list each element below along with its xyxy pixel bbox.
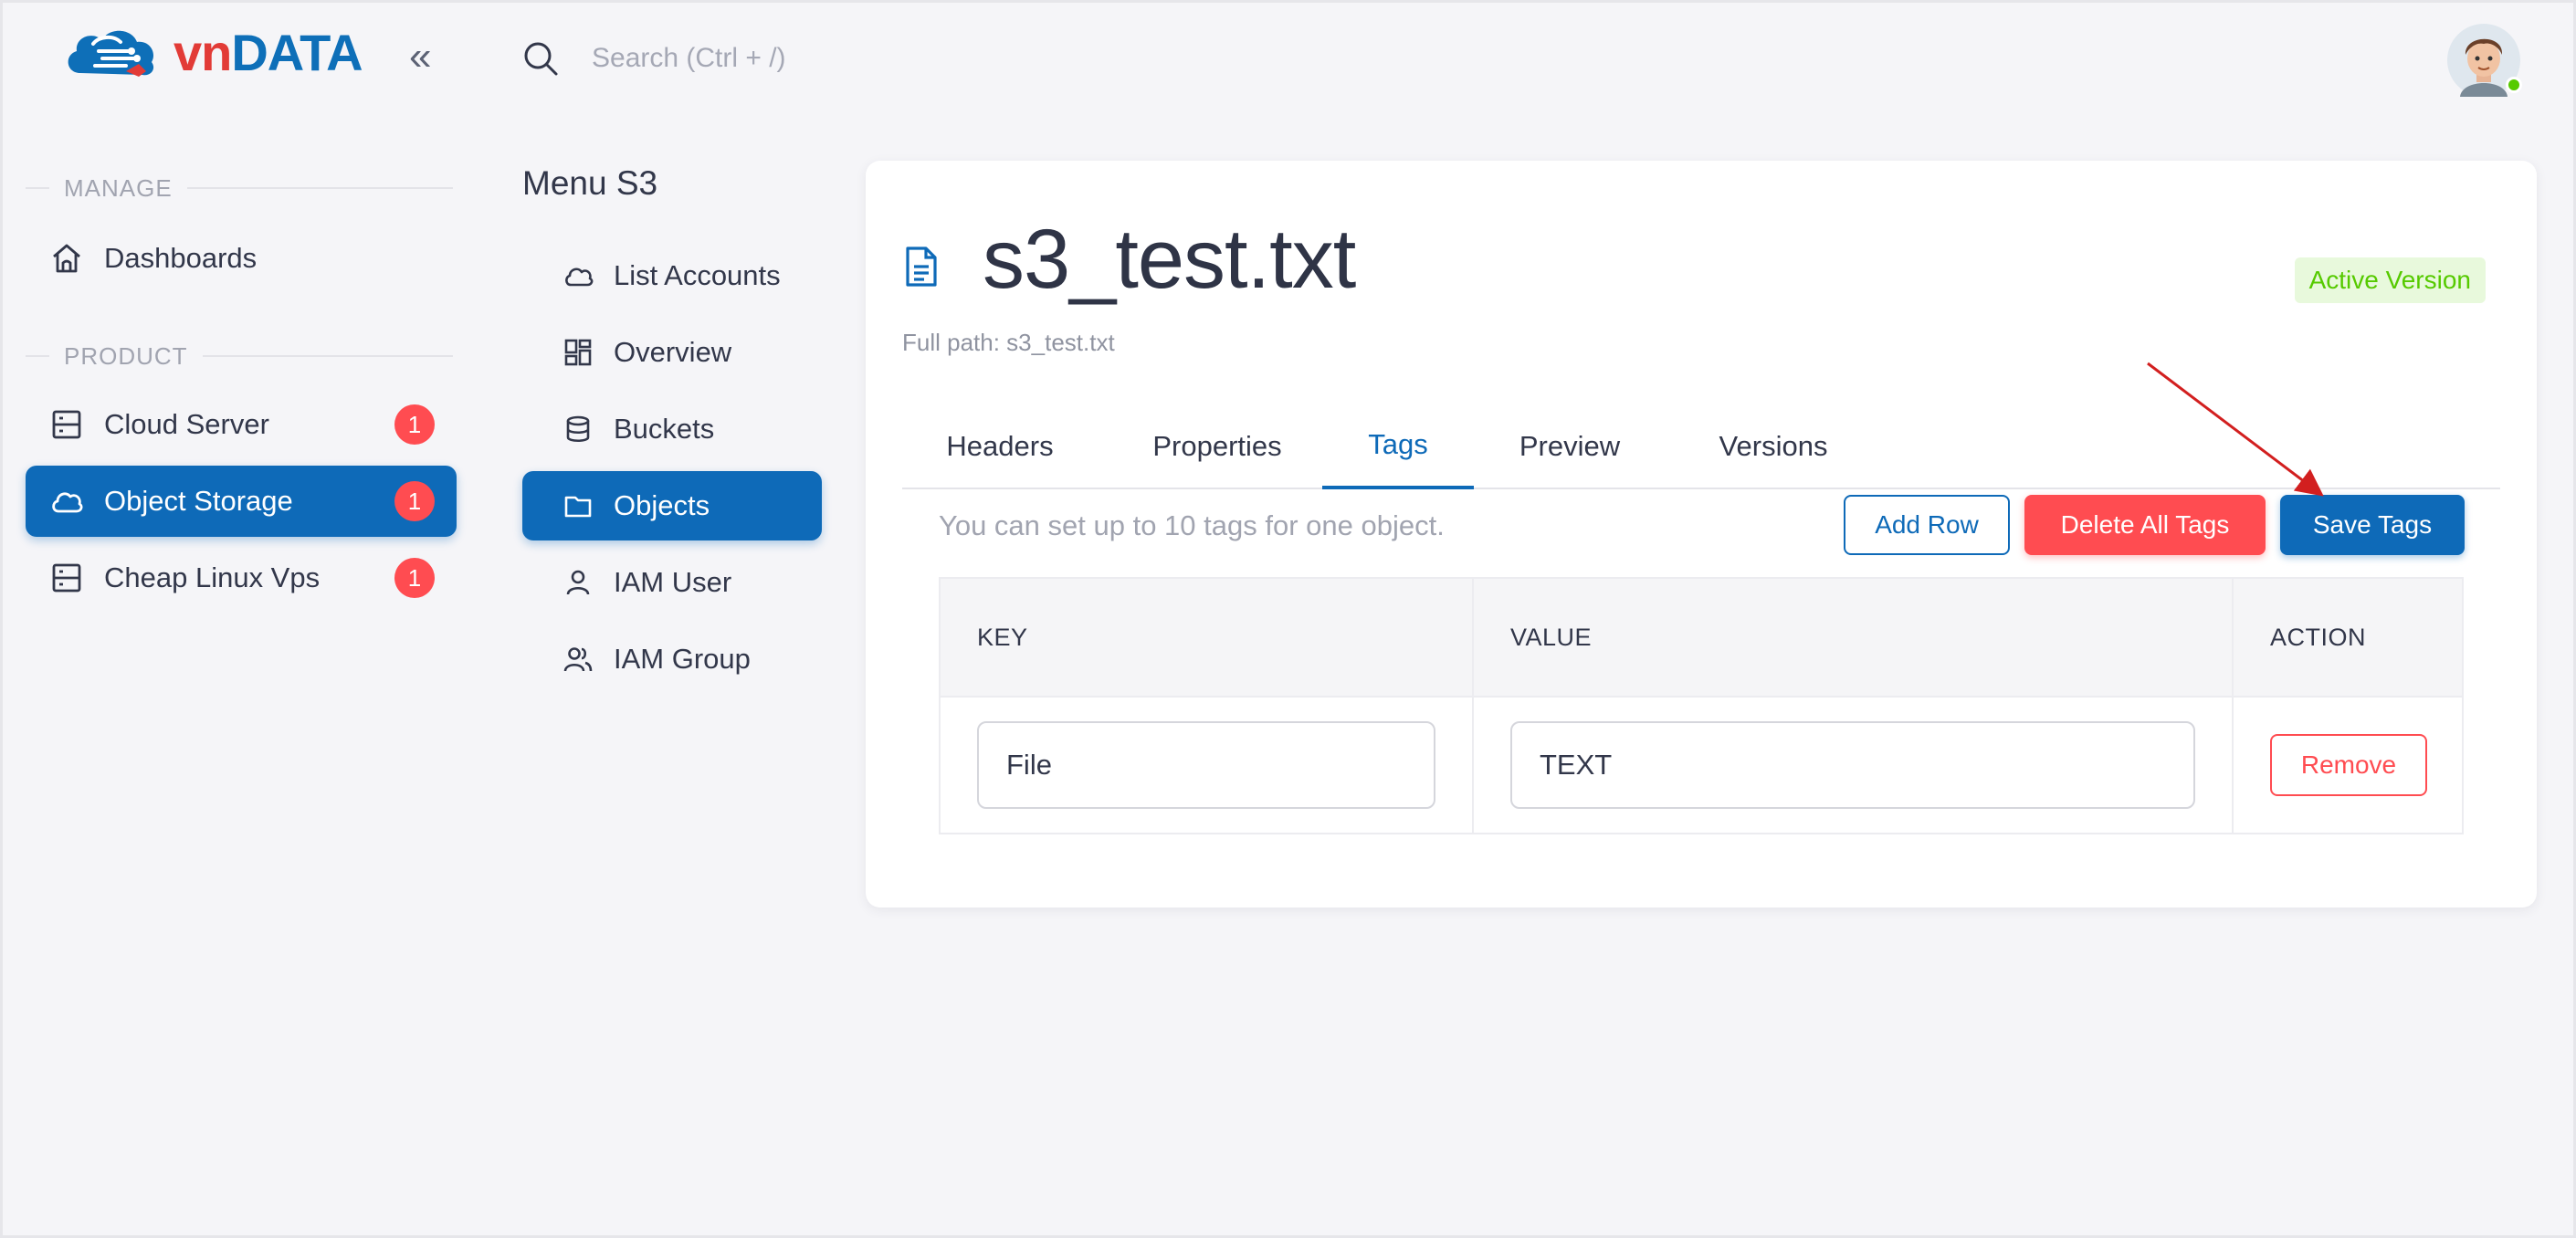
s3-menu-label: Overview xyxy=(614,336,732,368)
cloud-icon xyxy=(565,268,594,287)
s3-menu-label: Objects xyxy=(614,489,710,521)
tab-properties[interactable]: Properties xyxy=(1098,404,1337,489)
folder-icon xyxy=(564,496,592,518)
tag-value-input[interactable] xyxy=(1510,721,2195,809)
cloud-logo-icon xyxy=(68,30,154,77)
s3-menu-label: IAM Group xyxy=(614,643,751,675)
tab-headers[interactable]: Headers xyxy=(902,404,1098,489)
s3-menu-overview[interactable]: Overview xyxy=(522,318,822,387)
document-icon xyxy=(906,247,937,287)
save-tags-button[interactable]: Save Tags xyxy=(2280,495,2465,555)
remove-row-button[interactable]: Remove xyxy=(2270,734,2427,796)
section-manage-label: MANAGE xyxy=(64,173,173,202)
sidebar-item-dashboards[interactable]: Dashboards xyxy=(26,223,457,294)
tab-tags[interactable]: Tags xyxy=(1322,404,1474,489)
section-product-label: PRODUCT xyxy=(64,341,188,370)
s3-menu-buckets[interactable]: Buckets xyxy=(522,394,822,464)
column-header-value: VALUE xyxy=(1510,623,1593,651)
users-icon xyxy=(563,647,593,672)
s3-menu-label: IAM User xyxy=(614,566,732,598)
online-status-dot xyxy=(2506,77,2522,93)
tag-key-input[interactable] xyxy=(977,721,1435,809)
sidebar-item-label: Object Storage xyxy=(104,485,293,517)
s3-menu-objects[interactable]: Objects xyxy=(522,471,822,540)
version-status-badge: Active Version xyxy=(2294,257,2486,303)
sidebar-item-label: Cloud Server xyxy=(104,408,269,440)
object-full-path: Full path: s3_test.txt xyxy=(902,329,1115,356)
user-icon xyxy=(566,570,590,595)
logo-vn-text: vn xyxy=(173,24,232,81)
s3-menu-title: Menu S3 xyxy=(522,164,658,202)
tags-limit-hint: You can set up to 10 tags for one object… xyxy=(939,509,1445,541)
tab-preview[interactable]: Preview xyxy=(1474,404,1666,489)
logo-data-text: DATA xyxy=(231,24,363,81)
home-icon xyxy=(53,244,80,273)
sidebar-item-cloud-server[interactable]: Cloud Server 1 xyxy=(26,389,457,460)
add-row-button[interactable]: Add Row xyxy=(1844,495,2010,555)
delete-all-tags-button[interactable]: Delete All Tags xyxy=(2024,495,2266,555)
sidebar-item-label: Cheap Linux Vps xyxy=(104,561,321,593)
object-detail-card: s3_test.txt Active Version Full path: s3… xyxy=(866,161,2537,908)
sidebar-item-cheap-linux-vps[interactable]: Cheap Linux Vps 1 xyxy=(26,542,457,614)
column-header-action: ACTION xyxy=(2270,623,2367,651)
tab-versions[interactable]: Versions xyxy=(1666,404,1881,489)
object-name-title: s3_test.txt xyxy=(983,213,1356,306)
cloud-icon xyxy=(52,492,83,513)
s3-menu-label: List Accounts xyxy=(614,259,781,291)
table-header: KEY VALUE ACTION xyxy=(941,579,2462,698)
user-avatar[interactable] xyxy=(2447,24,2522,97)
notification-badge: 1 xyxy=(394,481,435,521)
section-product: PRODUCT xyxy=(26,338,453,374)
server-icon xyxy=(52,410,81,439)
collapse-sidebar-icon[interactable]: « xyxy=(409,37,446,77)
object-tabs: Headers Properties Tags Preview Versions xyxy=(902,404,2500,489)
table-row: Remove xyxy=(941,698,2462,833)
search-input[interactable] xyxy=(592,35,1140,82)
database-icon xyxy=(566,415,590,443)
s3-menu-iam-user[interactable]: IAM User xyxy=(522,548,822,617)
server-icon xyxy=(52,563,81,593)
sidebar-item-object-storage[interactable]: Object Storage 1 xyxy=(26,466,457,537)
section-manage: MANAGE xyxy=(26,170,453,206)
s3-menu-list-accounts[interactable]: List Accounts xyxy=(522,241,822,310)
dashboard-icon xyxy=(564,339,592,366)
tags-table: KEY VALUE ACTION Remove xyxy=(939,577,2464,834)
notification-badge: 1 xyxy=(394,404,435,445)
notification-badge: 1 xyxy=(394,558,435,598)
search-icon[interactable] xyxy=(522,40,559,77)
vndata-logo[interactable]: vnDATA xyxy=(62,24,363,82)
s3-menu-iam-group[interactable]: IAM Group xyxy=(522,624,822,694)
s3-menu-label: Buckets xyxy=(614,413,715,445)
column-header-key: KEY xyxy=(977,623,1028,651)
sidebar-item-label: Dashboards xyxy=(104,242,258,274)
